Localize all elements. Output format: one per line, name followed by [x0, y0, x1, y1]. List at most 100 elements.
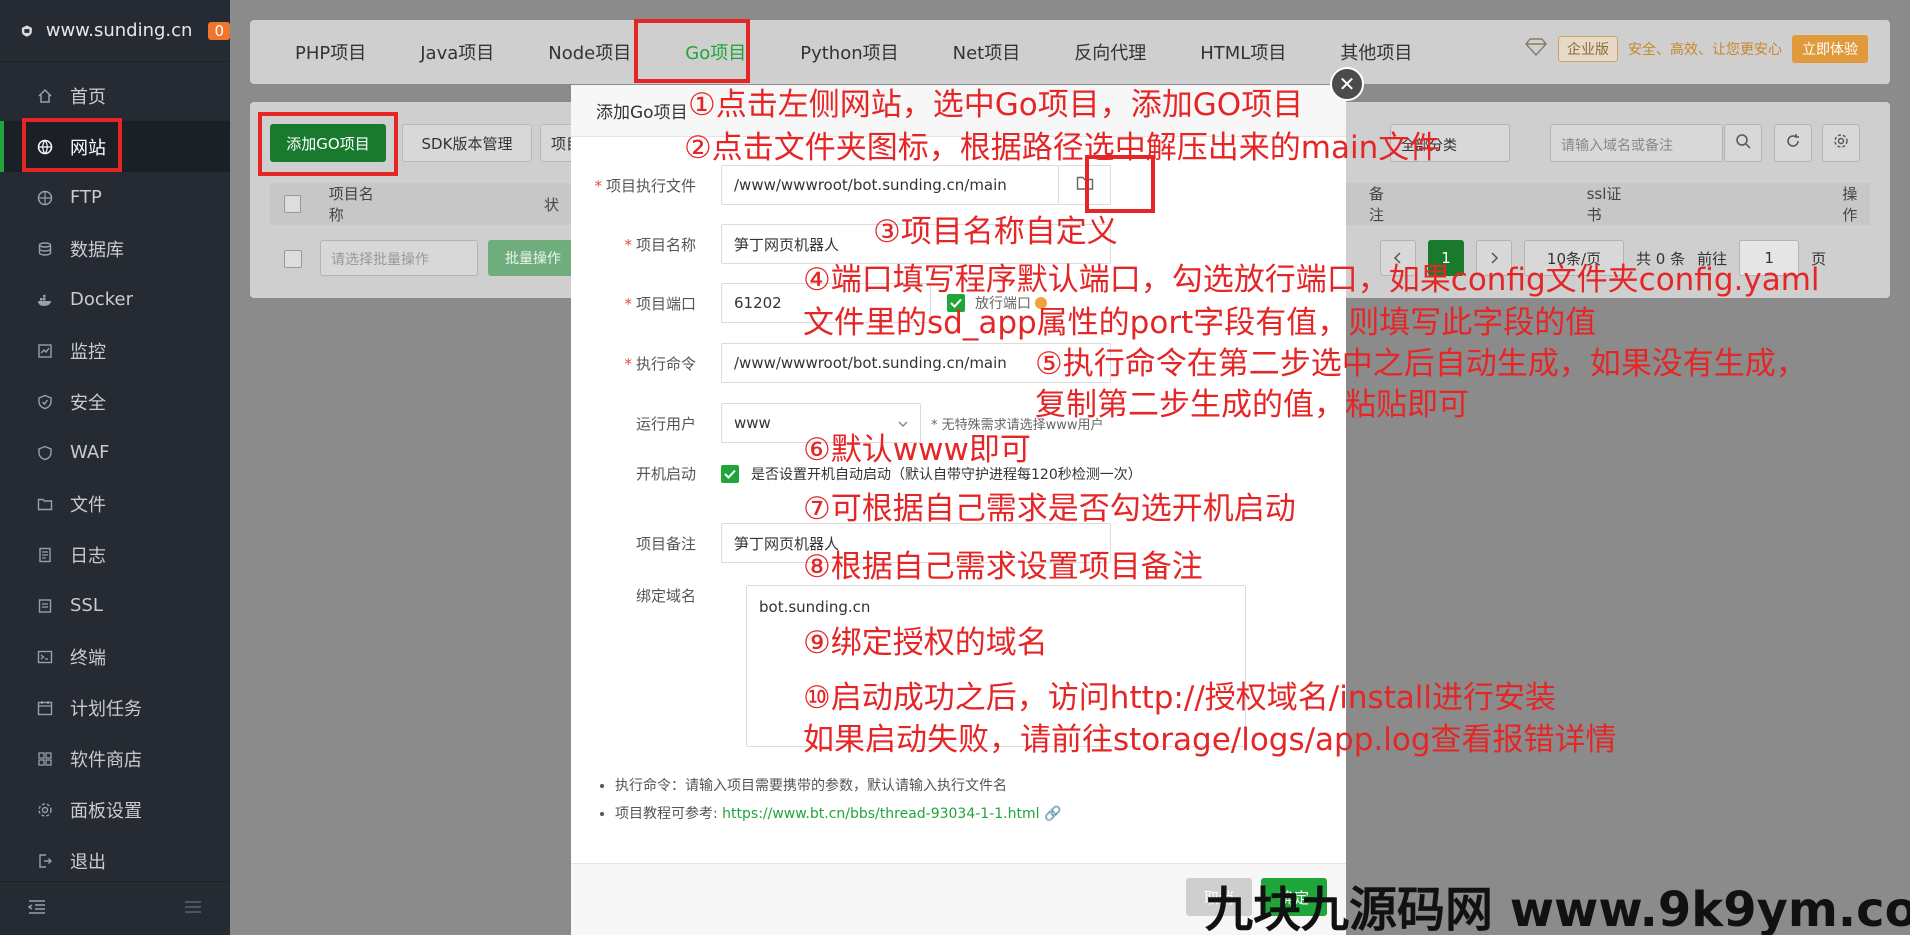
calendar-icon	[36, 699, 54, 717]
diamond-icon	[1524, 38, 1548, 60]
sidebar-item-label: 退出	[70, 851, 106, 873]
sidebar-item-waf[interactable]: WAF	[0, 427, 230, 478]
ftp-icon	[36, 189, 54, 207]
sidebar-item-logs[interactable]: 日志	[0, 529, 230, 580]
gear-icon	[1833, 133, 1849, 153]
close-dialog-button[interactable]: ✕	[1330, 67, 1364, 101]
promo-banner: 企业版 安全、高效、让您更安心 立即体验	[1524, 35, 1868, 63]
annotation-step5: ⑤执行命令在第二步选中之后自动生成，如果没有生成，	[1035, 346, 1807, 382]
close-icon: ✕	[1338, 72, 1356, 96]
batch-operation-button[interactable]: 批量操作	[488, 240, 578, 276]
docker-icon	[36, 291, 54, 309]
collapse-icon[interactable]	[27, 899, 46, 919]
tab-html[interactable]: HTML项目	[1173, 20, 1313, 84]
tab-reverse-proxy[interactable]: 反向代理	[1047, 20, 1173, 84]
sidebar-item-label: 软件商店	[70, 749, 142, 771]
folder-icon	[36, 495, 54, 513]
log-icon	[36, 546, 54, 564]
sidebar-logo[interactable]: www.sunding.cn 0	[0, 0, 230, 62]
sidebar-item-label: WAF	[70, 442, 110, 463]
sidebar-item-terminal[interactable]: 终端	[0, 631, 230, 682]
sidebar-item-logout[interactable]: 退出	[0, 835, 230, 886]
exec-file-label: * 项目执行文件	[594, 176, 696, 195]
terminal-icon	[36, 648, 54, 666]
row-checkbox[interactable]	[284, 250, 302, 268]
annotation-step5-cont: 复制第二步生成的值，粘贴即可	[1035, 387, 1469, 423]
sidebar-item-crontab[interactable]: 计划任务	[0, 682, 230, 733]
tutorial-link[interactable]: https://www.bt.cn/bbs/thread-93034-1-1.h…	[722, 806, 1039, 822]
run-user-label: 运行用户	[635, 414, 696, 433]
batch-select-placeholder: 请选择批量操作	[331, 252, 429, 268]
home-icon	[36, 87, 54, 105]
select-all-checkbox[interactable]	[284, 195, 301, 213]
sidebar-item-label: FTP	[70, 187, 102, 208]
external-link-icon: 🔗	[1043, 806, 1062, 822]
boot-start-checkbox[interactable]	[721, 464, 739, 483]
sidebar-item-database[interactable]: 数据库	[0, 223, 230, 274]
tab-java[interactable]: Java项目	[393, 20, 521, 84]
annotation-step4-cont: 文件里的sd_app属性的port字段有值，则填写此字段的值	[803, 305, 1597, 341]
sidebar-item-label: 安全	[70, 392, 106, 414]
sidebar-item-monitor[interactable]: 监控	[0, 325, 230, 376]
refresh-icon	[1785, 133, 1801, 153]
annotation-step2: ②点击文件夹图标，根据路径选中解压出来的main文件	[684, 130, 1441, 166]
sidebar-item-files[interactable]: 文件	[0, 478, 230, 529]
annotation-step6: ⑥默认www即可	[803, 432, 1031, 468]
sidebar-footer	[0, 881, 230, 935]
bt-logo-icon	[21, 24, 32, 37]
ssl-icon	[36, 597, 54, 615]
sdk-version-button[interactable]: SDK版本管理	[402, 124, 532, 162]
sidebar-item-home[interactable]: 首页	[0, 70, 230, 121]
sidebar-item-docker[interactable]: Docker	[0, 274, 230, 325]
notification-badge[interactable]: 0	[208, 21, 230, 40]
search-button[interactable]	[1724, 124, 1762, 162]
note-exec-command: 执行命令：请输入项目需要携带的参数，默认请输入执行文件名	[615, 775, 1061, 795]
site-name: www.sunding.cn	[45, 20, 193, 41]
gear-icon	[36, 801, 54, 819]
sidebar-item-ftp[interactable]: FTP	[0, 172, 230, 223]
sidebar-item-label: 监控	[70, 341, 106, 363]
database-icon	[36, 240, 54, 258]
sidebar-item-ssl[interactable]: SSL	[0, 580, 230, 631]
chevron-down-icon	[898, 414, 908, 432]
project-port-label: * 项目端口	[624, 294, 696, 313]
search-placeholder: 请输入域名或备注	[1561, 138, 1673, 154]
sidebar-item-label: Docker	[70, 289, 134, 310]
sidebar-item-store[interactable]: 软件商店	[0, 733, 230, 784]
monitor-icon	[36, 342, 54, 360]
try-now-button[interactable]: 立即体验	[1792, 35, 1868, 63]
annotation-step9: ⑨绑定授权的域名	[803, 625, 1048, 661]
annotation-step7: ⑦可根据自己需求是否勾选开机启动	[803, 491, 1296, 527]
refresh-button[interactable]	[1774, 124, 1812, 162]
remark-label: 项目备注	[635, 534, 696, 553]
exec-command-label: * 执行命令	[624, 354, 696, 373]
sidebar-menu: 首页 网站 FTP 数据库 Docker 监控 安全 WAF 文件 日志 SSL…	[0, 62, 230, 886]
note-tutorial-prefix: 项目教程可参考:	[615, 806, 723, 822]
tab-net[interactable]: Net项目	[926, 20, 1048, 84]
col-operations: 操作	[1842, 185, 1858, 224]
run-user-value: www	[734, 414, 771, 432]
batch-operation-select[interactable]: 请选择批量操作	[320, 240, 478, 276]
waf-icon	[36, 444, 54, 462]
col-note: 备注	[1368, 185, 1384, 224]
exec-file-input[interactable]: /www/wwwroot/bot.sunding.cn/main	[721, 165, 1059, 205]
col-ssl: ssl证书	[1586, 185, 1622, 224]
annotation-step1: ①点击左侧网站，选中Go项目，添加GO项目	[688, 87, 1304, 123]
col-status: 状	[543, 195, 559, 214]
project-name-label: * 项目名称	[624, 235, 696, 254]
sidebar-item-label: 面板设置	[70, 800, 142, 822]
shield-icon	[36, 393, 54, 411]
highlight-add-go	[258, 112, 398, 176]
menu-list-icon[interactable]	[184, 899, 202, 919]
tab-python[interactable]: Python项目	[773, 20, 925, 84]
settings-button[interactable]	[1822, 124, 1860, 162]
annotation-step10-cont: 如果启动失败，请前往storage/logs/app.log查看报错详情	[803, 722, 1617, 758]
search-input[interactable]: 请输入域名或备注	[1550, 124, 1723, 162]
sidebar-item-settings[interactable]: 面板设置	[0, 784, 230, 835]
sidebar-item-security[interactable]: 安全	[0, 376, 230, 427]
note-tutorial: 项目教程可参考: https://www.bt.cn/bbs/thread-93…	[615, 803, 1061, 823]
annotation-step3: ③项目名称自定义	[873, 214, 1118, 250]
annotation-step4: ④端口填写程序默认端口，勾选放行端口，如果config文件夹config.yam…	[803, 262, 1820, 298]
sidebar-item-label: 计划任务	[70, 698, 142, 720]
tab-php[interactable]: PHP项目	[268, 20, 393, 84]
